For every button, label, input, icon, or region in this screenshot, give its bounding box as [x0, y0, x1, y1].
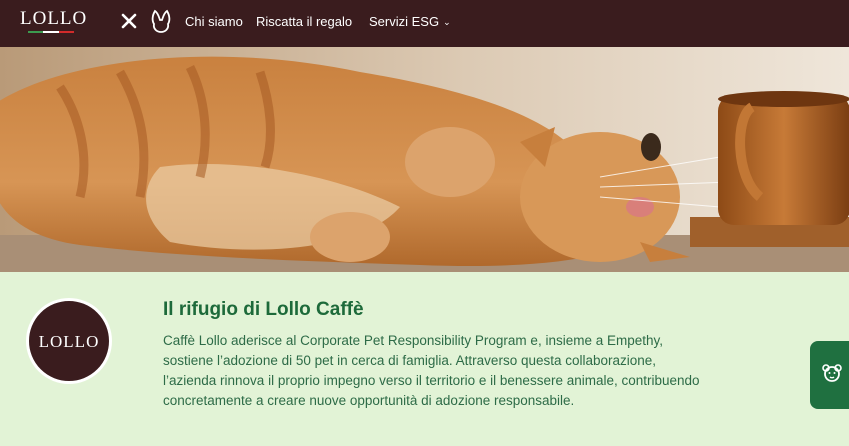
logo-tricolor-stripe [28, 31, 74, 34]
chevron-down-icon: ⌄ [443, 17, 451, 27]
badge-text: LOLLO [38, 332, 100, 351]
pet-face-icon [822, 364, 842, 382]
shelter-section: LOLLO Il rifugio di Lollo Caffè Caffè Lo… [0, 272, 849, 446]
top-navigation-bar: LOLLO Chi siamo Riscatta il regalo Servi… [0, 0, 849, 47]
nav-servizi-esg[interactable]: Servizi ESG ⌄ [369, 14, 451, 29]
close-x-icon [121, 13, 137, 29]
section-title: Il rifugio di Lollo Caffè [163, 299, 364, 320]
bunny-logo-icon[interactable] [148, 8, 174, 34]
hero-image-cat [0, 47, 849, 272]
cat-with-coffee-cup-photo [0, 47, 849, 272]
logo-text: LOLLO [20, 8, 88, 29]
lollo-logo[interactable]: LOLLO [20, 7, 88, 39]
section-description: Caffè Lollo aderisce al Corporate Pet Re… [163, 333, 700, 408]
nav-servizi-esg-label: Servizi ESG [369, 14, 440, 29]
lollo-badge-logo: LOLLO [26, 298, 112, 384]
pet-chat-button[interactable] [810, 341, 849, 409]
nav-chi-siamo[interactable]: Chi siamo [185, 14, 243, 29]
nav-riscatta-il-regalo[interactable]: Riscatta il regalo [256, 14, 352, 29]
